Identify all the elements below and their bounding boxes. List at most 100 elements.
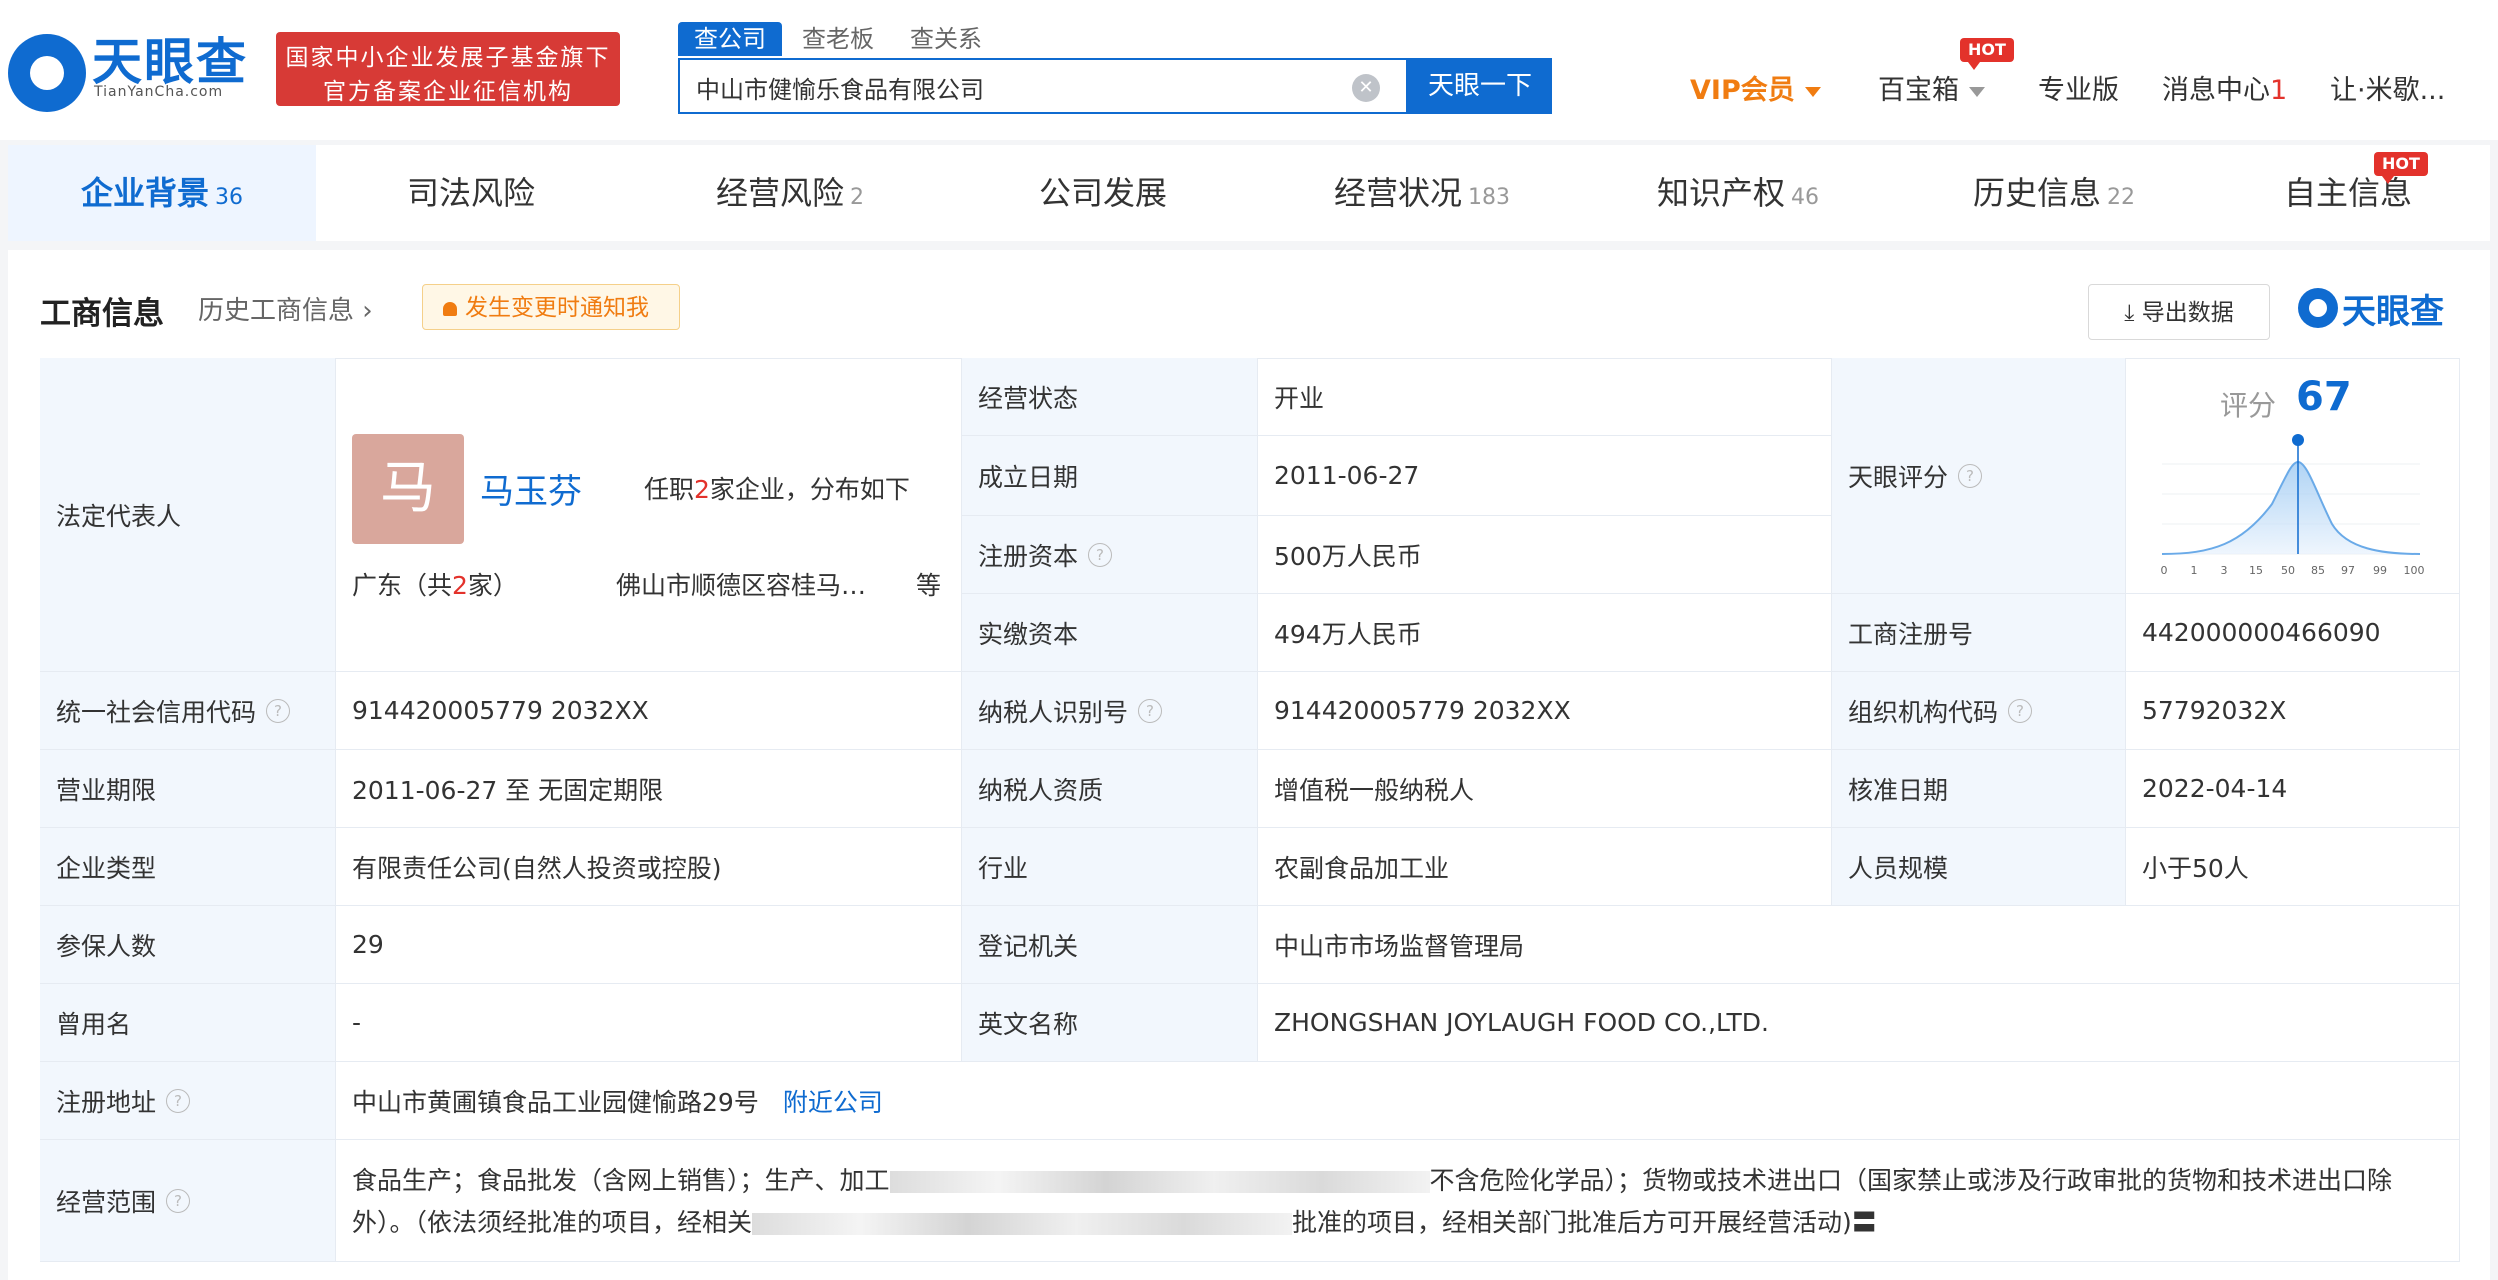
badge-line2: 官方备案企业征信机构 <box>323 79 573 105</box>
staff-size-label: 人员规模 <box>1832 828 2126 906</box>
user-menu[interactable]: 让·米歇... <box>2330 68 2445 107</box>
legal-rep-more: 等 <box>916 571 942 600</box>
search-tab-company[interactable]: 查公司 <box>678 22 782 56</box>
help-icon[interactable]: ? <box>1138 698 1163 723</box>
status-value: 开业 <box>1258 358 1832 436</box>
tab-judicial-risk[interactable]: 司法风险 <box>316 145 632 241</box>
status-label: 经营状态 <box>962 358 1258 436</box>
tab-history[interactable]: 历史信息 22 <box>1896 145 2212 241</box>
search-button[interactable]: 天眼一下 <box>1408 58 1552 114</box>
address-label: 注册地址? <box>40 1062 336 1140</box>
credit-code-label: 统一社会信用代码? <box>40 672 336 750</box>
insured-count-label: 参保人数 <box>40 906 336 984</box>
tianyan-score-label: 天眼评分? <box>1832 358 2126 594</box>
address-cell: 中山市黄圃镇食品工业园健愉路29号 附近公司 <box>336 1062 2460 1140</box>
tianyancha-logo-icon <box>2298 288 2338 328</box>
company-type-value: 有限责任公司(自然人投资或控股) <box>336 828 962 906</box>
business-scope-label: 经营范围? <box>40 1140 336 1262</box>
taxpayer-id-value: 914420005779 2032XX <box>1258 672 1832 750</box>
english-name-value: ZHONGSHAN JOYLAUGH FOOD CO.,LTD. <box>1258 984 2460 1062</box>
axis-tick: 85 <box>2311 564 2325 577</box>
history-business-info-link[interactable]: 历史工商信息 › <box>198 290 373 327</box>
taxpayer-quality-label: 纳税人资质 <box>962 750 1258 828</box>
help-icon[interactable]: ? <box>166 1188 191 1213</box>
approve-date-value: 2022-04-14 <box>2126 750 2460 828</box>
tab-intellectual-property[interactable]: 知识产权 46 <box>1580 145 1896 241</box>
redacted-text <box>889 1171 1430 1193</box>
tab-self-info[interactable]: 自主信息 <box>2212 145 2490 241</box>
search-tab-relation[interactable]: 查关系 <box>898 22 994 56</box>
legal-rep-posts: 任职2家企业，分布如下 <box>644 475 910 504</box>
export-data-button[interactable]: ⤓ 导出数据 <box>2088 284 2270 340</box>
tab-enterprise-background[interactable]: 企业背景 36 <box>8 145 316 241</box>
tab-operating-status[interactable]: 经营状况 183 <box>1264 145 1580 241</box>
address-value: 中山市黄圃镇食品工业园健愉路29号 <box>352 1087 759 1117</box>
org-code-value: 57792032X <box>2126 672 2460 750</box>
paid-capital-label: 实缴资本 <box>962 594 1258 672</box>
bell-icon <box>443 302 457 316</box>
chevron-down-icon <box>1969 86 1985 97</box>
authority-value: 中山市市场监督管理局 <box>1258 906 2460 984</box>
message-label: 消息中心 <box>2162 75 2270 106</box>
taxpayer-id-label: 纳税人识别号? <box>962 672 1258 750</box>
axis-tick: 3 <box>2221 564 2228 577</box>
download-icon: ⤓ <box>2124 300 2142 326</box>
business-scope-value: 食品生产；食品批发（含网上销售）；生产、加工 不含危险化学品）；货物或技术进出口（… <box>352 1166 2393 1237</box>
credit-code-value: 914420005779 2032XX <box>336 672 962 750</box>
reg-no-label: 工商注册号 <box>1832 594 2126 672</box>
logo-domain: TianYanCha.com <box>94 84 224 100</box>
axis-tick: 0 <box>2161 564 2168 577</box>
help-icon[interactable]: ? <box>2008 698 2033 723</box>
reg-no-value: 442000000466090 <box>2126 594 2460 672</box>
chevron-down-icon <box>1804 86 1821 97</box>
reg-capital-value: 500万人民币 <box>1258 516 1832 594</box>
tianyancha-logo-icon[interactable] <box>8 34 86 112</box>
english-name-label: 英文名称 <box>962 984 1258 1062</box>
clear-icon[interactable]: ✕ <box>1352 74 1380 102</box>
taxpayer-quality-value: 增值税一般纳税人 <box>1258 750 1832 828</box>
staff-size-value: 小于50人 <box>2126 828 2460 906</box>
tab-operating-risk[interactable]: 经营风险 2 <box>632 145 948 241</box>
industry-value: 农副食品加工业 <box>1258 828 1832 906</box>
business-term-label: 营业期限 <box>40 750 336 828</box>
help-icon[interactable]: ? <box>166 1088 191 1113</box>
axis-tick: 100 <box>2404 564 2425 577</box>
authority-label: 登记机关 <box>962 906 1258 984</box>
message-center-link[interactable]: 消息中心1 <box>2162 68 2287 107</box>
paid-capital-value: 494万人民币 <box>1258 594 1832 672</box>
axis-tick: 1 <box>2191 564 2198 577</box>
corner-brand-text: 天眼查 <box>2342 292 2444 332</box>
vip-menu[interactable]: VIP会员 <box>1690 68 1821 107</box>
legal-rep-company-link[interactable]: 佛山市顺德区容桂马… <box>616 566 866 602</box>
search-tab-boss[interactable]: 查老板 <box>790 22 886 56</box>
former-name-label: 曾用名 <box>40 984 336 1062</box>
approve-date-label: 核准日期 <box>1832 750 2126 828</box>
pro-version-link[interactable]: 专业版 <box>2038 68 2119 107</box>
certification-badge: 国家中小企业发展子基金旗下 官方备案企业征信机构 <box>276 32 620 106</box>
search-box <box>678 58 1408 114</box>
org-code-label: 组织机构代码? <box>1832 672 2126 750</box>
avatar[interactable]: 马 <box>352 434 464 544</box>
company-type-label: 企业类型 <box>40 828 336 906</box>
business-term-value: 2011-06-27 至 无固定期限 <box>336 750 962 828</box>
help-icon[interactable]: ? <box>1958 463 1983 488</box>
found-date-label: 成立日期 <box>962 436 1258 516</box>
reg-capital-label: 注册资本? <box>962 516 1258 594</box>
notify-on-change-button[interactable]: 发生变更时通知我 <box>422 284 680 330</box>
vip-label: VIP会员 <box>1690 75 1795 106</box>
search-input[interactable] <box>694 68 1338 106</box>
legal-rep-name-link[interactable]: 马玉芬 <box>480 464 582 513</box>
axis-tick: 97 <box>2341 564 2355 577</box>
help-icon[interactable]: ? <box>1088 542 1113 567</box>
tab-company-development[interactable]: 公司发展 <box>948 145 1264 241</box>
former-name-value: - <box>336 984 962 1062</box>
help-icon[interactable]: ? <box>266 698 291 723</box>
legal-rep-region[interactable]: 广东（共2家） <box>352 566 518 602</box>
industry-label: 行业 <box>962 828 1258 906</box>
score-distribution-chart: 0 1 3 15 50 85 97 99 100 <box>2161 434 2425 577</box>
treasure-box-menu[interactable]: 百宝箱 <box>1878 68 1985 107</box>
found-date-value: 2011-06-27 <box>1258 436 1832 516</box>
section-title: 工商信息 <box>40 296 164 332</box>
nearby-companies-link[interactable]: 附近公司 <box>783 1083 883 1119</box>
score-label: 评分 <box>2220 389 2277 422</box>
